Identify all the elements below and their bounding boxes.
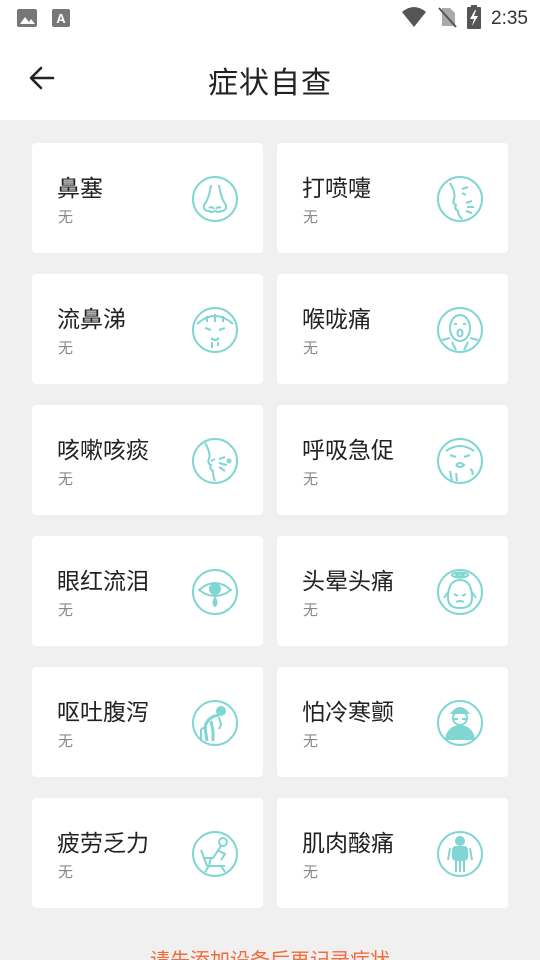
sore-throat-icon <box>437 307 483 353</box>
symptom-name: 咳嗽咳痰 <box>57 438 149 464</box>
symptom-name: 怕冷寒颤 <box>302 700 394 726</box>
no-sim-icon <box>437 6 457 32</box>
fatigue-icon <box>192 831 238 877</box>
symptom-status: 无 <box>58 208 74 226</box>
symptom-status: 无 <box>303 863 319 881</box>
symptom-card-shortness-of-breath[interactable]: 呼吸急促 无 <box>277 405 508 515</box>
headache-icon <box>437 569 483 615</box>
symptom-name: 喉咙痛 <box>302 307 371 333</box>
symptom-status: 无 <box>58 339 74 357</box>
status-bar: A 2:35 <box>0 0 540 36</box>
symptom-status: 无 <box>58 601 74 619</box>
eye-tear-icon <box>192 569 238 615</box>
battery-charging-icon <box>467 5 482 33</box>
app-header: 症状自查 <box>0 36 540 120</box>
status-left-icons: A <box>16 7 72 33</box>
wifi-icon <box>401 6 427 32</box>
symptom-name: 鼻塞 <box>57 176 103 202</box>
cough-icon <box>192 438 238 484</box>
symptom-status: 无 <box>58 732 74 750</box>
symptom-name: 打喷嚏 <box>302 176 371 202</box>
shortness-of-breath-icon <box>437 438 483 484</box>
symptom-card-fatigue[interactable]: 疲劳乏力 无 <box>32 798 263 908</box>
sneeze-icon <box>437 176 483 222</box>
svg-text:A: A <box>56 11 66 26</box>
symptom-name: 眼红流泪 <box>57 569 149 595</box>
status-time: 2:35 <box>491 8 528 29</box>
a-box-icon: A <box>50 7 72 33</box>
symptom-card-nasal-congestion[interactable]: 鼻塞 无 <box>32 143 263 253</box>
symptom-card-red-eyes[interactable]: 眼红流泪 无 <box>32 536 263 646</box>
page-title: 症状自查 <box>208 66 332 101</box>
status-right: 2:35 <box>401 5 528 33</box>
runny-nose-icon <box>192 307 238 353</box>
symptom-name: 呼吸急促 <box>302 438 394 464</box>
symptom-name: 呕吐腹泻 <box>57 700 149 726</box>
nose-icon <box>192 176 238 222</box>
symptom-card-sore-throat[interactable]: 喉咙痛 无 <box>277 274 508 384</box>
symptom-card-headache[interactable]: 头晕头痛 无 <box>277 536 508 646</box>
symptom-status: 无 <box>303 339 319 357</box>
symptom-card-muscle-ache[interactable]: 肌肉酸痛 无 <box>277 798 508 908</box>
symptom-card-cough[interactable]: 咳嗽咳痰 无 <box>32 405 263 515</box>
symptom-status: 无 <box>58 863 74 881</box>
symptom-name: 头晕头痛 <box>302 569 394 595</box>
symptom-card-runny-nose[interactable]: 流鼻涕 无 <box>32 274 263 384</box>
symptom-card-vomiting[interactable]: 呕吐腹泻 无 <box>32 667 263 777</box>
symptom-name: 流鼻涕 <box>57 307 126 333</box>
symptom-status: 无 <box>58 470 74 488</box>
image-icon <box>16 7 38 33</box>
symptom-card-sneezing[interactable]: 打喷嚏 无 <box>277 143 508 253</box>
vomit-icon <box>192 700 238 746</box>
symptom-grid: 鼻塞 无 打喷嚏 无 流鼻涕 无 喉咙痛 无 咳嗽咳痰 无 呼吸急促 无 眼红流… <box>32 143 508 908</box>
symptom-status: 无 <box>303 601 319 619</box>
symptom-status: 无 <box>303 208 319 226</box>
add-device-notice: 请先添加设备后再记录症状 <box>150 948 390 960</box>
chills-icon <box>437 700 483 746</box>
symptom-status: 无 <box>303 470 319 488</box>
muscle-ache-icon <box>437 831 483 877</box>
symptom-name: 肌肉酸痛 <box>302 831 394 857</box>
symptom-name: 疲劳乏力 <box>57 831 149 857</box>
symptom-card-chills[interactable]: 怕冷寒颤 无 <box>277 667 508 777</box>
symptom-status: 无 <box>303 732 319 750</box>
